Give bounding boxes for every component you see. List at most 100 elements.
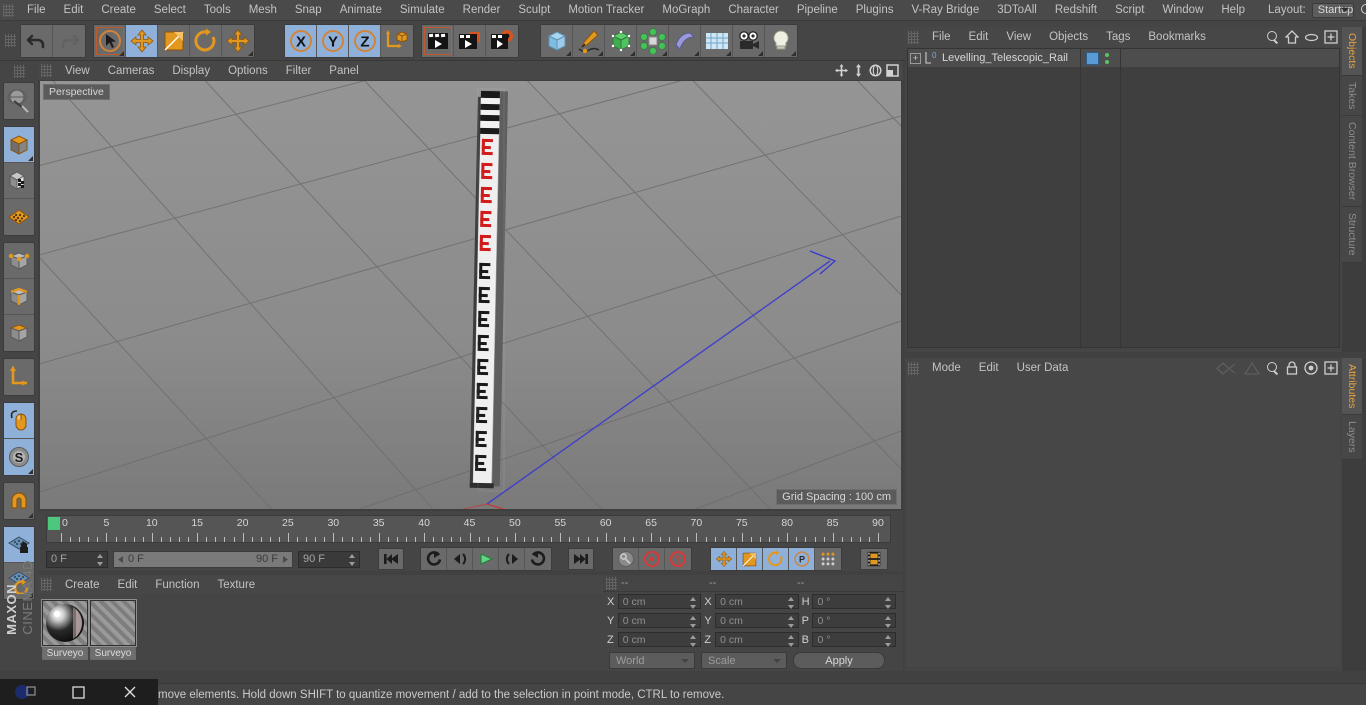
- menu-pipeline[interactable]: Pipeline: [788, 0, 847, 20]
- attribute-manager-body[interactable]: [907, 379, 1340, 667]
- menu-tools[interactable]: Tools: [195, 0, 240, 20]
- target-icon[interactable]: [1304, 361, 1318, 375]
- viewport-menu-filter[interactable]: Filter: [277, 61, 321, 81]
- previous-key-button[interactable]: [421, 548, 447, 570]
- material-sphere-preview[interactable]: [41, 599, 89, 647]
- menu-edit[interactable]: Edit: [55, 0, 93, 20]
- eye-icon[interactable]: [1304, 32, 1319, 43]
- viewport-menu-display[interactable]: Display: [163, 61, 219, 81]
- viewport-menu-view[interactable]: View: [56, 61, 99, 81]
- render-region-button[interactable]: [454, 24, 486, 57]
- maximize-window-button[interactable]: [52, 679, 104, 705]
- spinner-icon[interactable]: [349, 553, 356, 566]
- wave-icon[interactable]: [1216, 361, 1238, 375]
- position-field-x[interactable]: 0 cm: [617, 594, 702, 609]
- attribute-menu-mode[interactable]: Mode: [923, 358, 970, 378]
- rotation-field-h[interactable]: 0 °: [812, 594, 896, 609]
- range-left-arrow-icon[interactable]: [116, 555, 125, 564]
- add-icon[interactable]: [1324, 30, 1338, 44]
- menu-redshift[interactable]: Redshift: [1046, 0, 1106, 20]
- make-editable-button[interactable]: [4, 127, 34, 163]
- step-forward-button[interactable]: [499, 548, 525, 570]
- undo-button[interactable]: [21, 24, 53, 57]
- time-ruler[interactable]: 0 5 10 15 20 25 30 35 40 45 50 55 60 65 70 75 80 85 90: [46, 515, 891, 543]
- material-menu-create[interactable]: Create: [56, 575, 109, 595]
- lock-z-axis-button[interactable]: Z: [349, 24, 381, 57]
- tab-structure[interactable]: Structure: [1342, 207, 1362, 263]
- polygon-mode-button[interactable]: [4, 315, 34, 351]
- key-scale-button[interactable]: [737, 548, 763, 570]
- material-tag-icon[interactable]: [1086, 51, 1099, 65]
- object-manager-gripper[interactable]: [908, 30, 919, 44]
- point-mode-button[interactable]: [4, 243, 34, 279]
- apply-button[interactable]: Apply: [793, 652, 885, 669]
- tool-options-corner[interactable]: [598, 50, 603, 56]
- left-toolbar-gripper[interactable]: [13, 65, 25, 78]
- material-menu-edit[interactable]: Edit: [109, 575, 147, 595]
- spinner-icon[interactable]: [690, 616, 697, 628]
- size-field-y[interactable]: 0 cm: [715, 613, 799, 628]
- lock-x-axis-button[interactable]: X: [285, 24, 317, 57]
- autokey-toggle-button[interactable]: [613, 548, 639, 570]
- tab-layers[interactable]: Layers: [1342, 415, 1362, 460]
- key-pla-button[interactable]: [815, 548, 841, 570]
- menu-mesh[interactable]: Mesh: [240, 0, 286, 20]
- cinema4d-app-icon[interactable]: [0, 679, 52, 705]
- rotation-field-b[interactable]: 0 °: [812, 632, 896, 647]
- viewport-solo-button[interactable]: [4, 199, 34, 235]
- menu-3dtoall[interactable]: 3DToAll: [988, 0, 1046, 20]
- tab-takes[interactable]: Takes: [1342, 75, 1362, 117]
- scale-tool-button[interactable]: [158, 24, 190, 57]
- material-empty-preview[interactable]: [89, 599, 137, 647]
- attribute-menu-user-data[interactable]: User Data: [1008, 358, 1078, 378]
- material-gripper[interactable]: [41, 578, 52, 591]
- menu-simulate[interactable]: Simulate: [391, 0, 454, 20]
- object-menu-bookmarks[interactable]: Bookmarks: [1139, 27, 1215, 47]
- coordinate-mode-dropdown[interactable]: Scale: [701, 652, 787, 669]
- spinner-icon[interactable]: [884, 635, 892, 647]
- redo-button[interactable]: [53, 24, 85, 57]
- toolbar-gripper[interactable]: [5, 34, 16, 47]
- current-frame-field[interactable]: 0 F: [46, 550, 108, 568]
- menu-v-ray-bridge[interactable]: V-Ray Bridge: [902, 0, 988, 20]
- menu-snap[interactable]: Snap: [286, 0, 331, 20]
- record-help-button[interactable]: ?: [665, 548, 691, 570]
- spinner-icon[interactable]: [97, 553, 104, 566]
- lock-icon[interactable]: [1286, 361, 1298, 375]
- tool-options-corner[interactable]: [28, 469, 33, 474]
- tool-options-corner[interactable]: [28, 156, 33, 161]
- axis-mode-button[interactable]: [4, 359, 34, 395]
- object-row[interactable]: +0 Levelling_Telescopic_Rail: [908, 49, 1339, 67]
- pan-icon[interactable]: [834, 63, 848, 77]
- menu-plugins[interactable]: Plugins: [847, 0, 903, 20]
- spinner-icon[interactable]: [690, 635, 697, 647]
- go-to-end-button[interactable]: [568, 548, 594, 570]
- play-button[interactable]: [473, 548, 499, 570]
- menu-script[interactable]: Script: [1106, 0, 1153, 20]
- cube-primitive-button[interactable]: [541, 24, 573, 57]
- size-field-x[interactable]: 0 cm: [715, 594, 799, 609]
- step-back-button[interactable]: [447, 548, 473, 570]
- attribute-menu-edit[interactable]: Edit: [970, 358, 1008, 378]
- record-active-objects-button[interactable]: [639, 548, 665, 570]
- search-icon[interactable]: [1360, 3, 1366, 17]
- spinner-icon[interactable]: [690, 597, 697, 609]
- floor-environment-button[interactable]: [701, 24, 733, 57]
- next-key-button[interactable]: [525, 548, 551, 570]
- light-button[interactable]: [765, 24, 797, 57]
- move-alt-tool-button[interactable]: [222, 24, 254, 57]
- enable-snapping-button[interactable]: [4, 403, 34, 439]
- tab-objects[interactable]: Objects: [1342, 27, 1362, 76]
- close-window-button[interactable]: [104, 679, 156, 705]
- levelling-telescopic-rail-model[interactable]: [40, 81, 901, 509]
- spinner-icon[interactable]: [787, 635, 795, 647]
- key-position-button[interactable]: [711, 548, 737, 570]
- object-menu-view[interactable]: View: [997, 27, 1040, 47]
- timeline-filmstrip-toggle[interactable]: [860, 548, 888, 570]
- layout-select[interactable]: Startup: [1311, 2, 1355, 18]
- menu-help[interactable]: Help: [1212, 0, 1254, 20]
- position-field-z[interactable]: 0 cm: [617, 632, 702, 647]
- tool-options-corner[interactable]: [726, 50, 731, 56]
- visibility-dots-icon[interactable]: [1105, 52, 1109, 64]
- object-menu-objects[interactable]: Objects: [1040, 27, 1097, 47]
